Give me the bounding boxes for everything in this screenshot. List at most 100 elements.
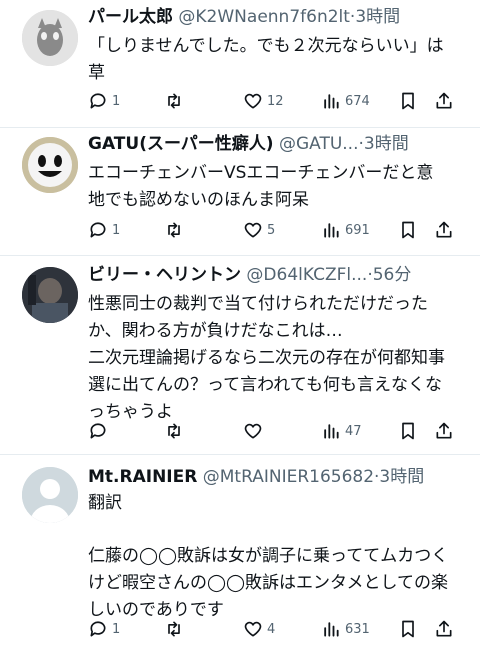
reply-icon <box>90 423 106 439</box>
handle[interactable]: @K2WNaenn7f6n2lt <box>178 7 350 27</box>
tweet-line: 性悪同士の裁判で当て付けられただけだった <box>88 294 428 314</box>
tweet-text: 翻訳 仁藤の◯◯敗訴は女が調子に乗っててムカつく けど暇空さんの◯◯敗訴はエンタ… <box>88 490 462 624</box>
reply-button[interactable]: 1 <box>88 218 120 242</box>
tweet-line: 仁藤の◯◯敗訴は女が調子に乗っててムカつく <box>88 546 449 566</box>
like-button[interactable]: 12 <box>243 89 284 113</box>
retweet-icon <box>168 222 180 238</box>
reply-button[interactable] <box>88 419 112 443</box>
avatar[interactable] <box>22 467 78 523</box>
bookmark-icon <box>402 221 414 239</box>
bookmark-button[interactable] <box>398 89 418 113</box>
like-count: 12 <box>267 93 284 109</box>
share-icon <box>436 221 452 238</box>
like-icon <box>244 222 262 238</box>
share-icon <box>436 92 452 109</box>
tweet-line: 選に出てんの？って言われても何も言えなくな <box>88 375 442 395</box>
like-icon <box>244 423 262 439</box>
tweet-line: か、関わる方が負けだなこれは… <box>88 321 343 341</box>
reply-icon <box>90 621 106 637</box>
share-button[interactable] <box>434 617 454 641</box>
views-button[interactable]: 47 <box>321 419 362 443</box>
reply-count: 1 <box>112 93 121 109</box>
tweet-header: パール太郎 @K2WNaenn7f6n2lt·3時間 <box>88 4 466 30</box>
avatar-image <box>22 137 78 193</box>
avatar[interactable] <box>22 137 78 193</box>
tweet-1[interactable]: パール太郎 @K2WNaenn7f6n2lt·3時間 「しりませんでした。でも２… <box>0 0 480 128</box>
view-count: 47 <box>345 423 362 439</box>
tweet-header: Mt.RAINIER @MtRAINIER165682·3時間 <box>88 464 466 490</box>
reply-icon <box>90 93 106 109</box>
bookmark-icon <box>402 92 414 110</box>
share-button[interactable] <box>434 218 454 242</box>
display-name[interactable]: ビリー・ヘリントン <box>88 265 241 285</box>
avatar-image <box>22 10 78 66</box>
action-bar: 1 5 691 <box>88 218 458 242</box>
tweet-line: 地でも認めないのほんま阿呆 <box>88 190 309 210</box>
tweet-line: 「しりませんでした。でも２次元ならいい」は <box>88 36 444 56</box>
retweet-icon <box>168 621 180 637</box>
bookmark-button[interactable] <box>398 218 418 242</box>
tweet-line: 草 <box>88 63 105 83</box>
reply-count: 1 <box>112 621 121 637</box>
share-button[interactable] <box>434 89 454 113</box>
view-count: 691 <box>345 222 370 238</box>
tweet-text: 「しりませんでした。でも２次元ならいい」は 草 <box>88 33 462 87</box>
handle[interactable]: @GATU... <box>279 134 359 154</box>
view-count: 631 <box>345 621 370 637</box>
tweet-header: GATU(スーパー性癖人) @GATU...·3時間 <box>88 131 466 157</box>
retweet-button[interactable] <box>164 89 188 113</box>
display-name[interactable]: パール太郎 <box>88 7 173 27</box>
like-button[interactable]: 5 <box>243 218 275 242</box>
views-button[interactable]: 674 <box>321 89 370 113</box>
bookmark-button[interactable] <box>398 617 418 641</box>
reply-icon <box>90 222 106 238</box>
retweet-icon <box>168 93 180 109</box>
display-name[interactable]: GATU(スーパー性癖人) <box>88 134 274 154</box>
view-count: 674 <box>345 93 370 109</box>
handle[interactable]: @D64lKCZFl... <box>246 265 367 285</box>
like-icon <box>244 93 262 109</box>
action-bar: 47 <box>88 419 458 443</box>
tweet-line: 翻訳 <box>88 493 122 513</box>
views-button[interactable]: 631 <box>321 617 370 641</box>
timestamp[interactable]: ·56分 <box>367 265 411 285</box>
action-bar: 1 12 674 <box>88 89 458 113</box>
bookmark-icon <box>402 620 414 638</box>
timestamp[interactable]: ·3時間 <box>350 7 400 27</box>
default-avatar-icon <box>22 467 78 523</box>
retweet-button[interactable] <box>164 419 188 443</box>
timestamp[interactable]: ·3時間 <box>374 467 424 487</box>
reply-button[interactable]: 1 <box>88 617 120 641</box>
avatar-image <box>22 267 78 323</box>
tweet-2[interactable]: GATU(スーパー性癖人) @GATU...·3時間 エコーチェンバーVSエコー… <box>0 127 480 256</box>
action-bar: 1 4 631 <box>88 617 458 641</box>
like-button[interactable] <box>243 419 267 443</box>
share-icon <box>436 620 452 637</box>
retweet-button[interactable] <box>164 617 188 641</box>
reply-count: 1 <box>112 222 121 238</box>
display-name[interactable]: Mt.RAINIER <box>88 467 197 487</box>
retweet-button[interactable] <box>164 218 188 242</box>
handle[interactable]: @MtRAINIER165682 <box>203 467 374 487</box>
views-icon <box>324 223 339 238</box>
tweet-text: エコーチェンバーVSエコーチェンバーだと意 地でも認めないのほんま阿呆 <box>88 160 462 214</box>
views-icon <box>324 424 339 439</box>
like-button[interactable]: 4 <box>243 617 275 641</box>
retweet-icon <box>168 423 180 439</box>
reply-button[interactable]: 1 <box>88 89 120 113</box>
like-count: 5 <box>267 222 276 238</box>
tweet-line: けど暇空さんの◯◯敗訴はエンタメとしての楽 <box>88 573 449 593</box>
tweet-line: エコーチェンバーVSエコーチェンバーだと意 <box>88 163 434 183</box>
timestamp[interactable]: ·3時間 <box>359 134 409 154</box>
avatar[interactable] <box>22 10 78 66</box>
tweet-3[interactable]: ビリー・ヘリントン @D64lKCZFl...·56分 性悪同士の裁判で当て付け… <box>0 255 480 455</box>
tweet-line: 二次元理論掲げるなら二次元の存在が何都知事 <box>88 348 445 368</box>
bookmark-icon <box>402 422 414 440</box>
views-button[interactable]: 691 <box>321 218 370 242</box>
bookmark-button[interactable] <box>398 419 418 443</box>
tweet-line <box>88 517 462 543</box>
tweet-header: ビリー・ヘリントン @D64lKCZFl...·56分 <box>88 262 466 288</box>
avatar[interactable] <box>22 267 78 323</box>
tweet-4[interactable]: Mt.RAINIER @MtRAINIER165682·3時間 翻訳 仁藤の◯◯… <box>0 454 480 649</box>
share-button[interactable] <box>434 419 454 443</box>
